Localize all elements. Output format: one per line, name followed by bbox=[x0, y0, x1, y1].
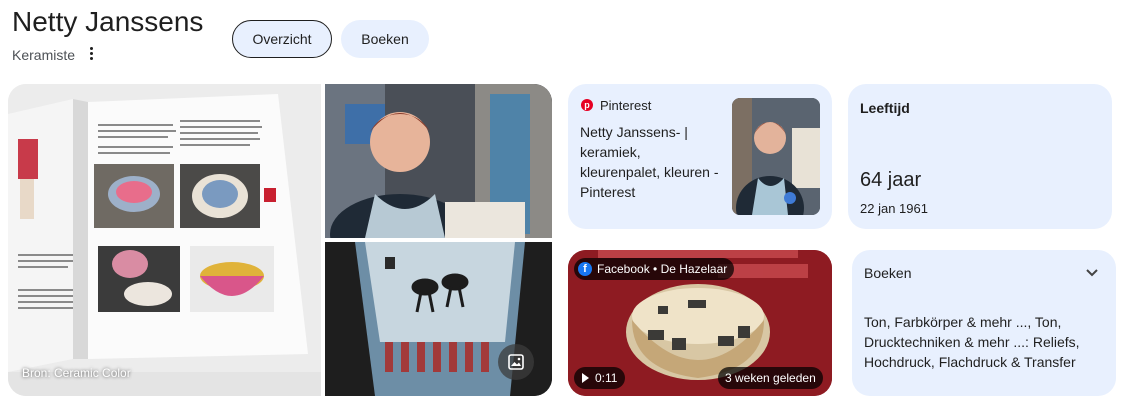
book-illustration bbox=[8, 84, 321, 396]
entity-subtitle: Keramiste bbox=[12, 47, 76, 63]
facebook-icon: f bbox=[578, 262, 592, 276]
pinterest-title[interactable]: Netty Janssens- | keramiek, kleurenpalet… bbox=[580, 122, 720, 202]
pinterest-thumbnail[interactable] bbox=[732, 98, 820, 215]
video-source-badge: f Facebook • De Hazelaar bbox=[574, 258, 735, 280]
portrait-illustration bbox=[325, 84, 552, 238]
tab-boeken[interactable]: Boeken bbox=[341, 20, 429, 58]
pinterest-source: Pinterest bbox=[600, 98, 652, 113]
age-card: Leeftijd 64 jaar 22 jan 1961 bbox=[848, 84, 1112, 229]
portrait-image[interactable] bbox=[325, 84, 552, 238]
video-posted-badge: 3 weken geleden bbox=[718, 367, 823, 389]
pinterest-card[interactable]: p Pinterest Netty Janssens- | keramiek, … bbox=[568, 84, 832, 229]
video-duration: 0:11 bbox=[595, 371, 618, 385]
books-label: Boeken bbox=[864, 265, 912, 281]
books-list: Ton, Farbkörper & mehr ..., Ton, Druckte… bbox=[864, 314, 1080, 370]
image-source-caption: Bron: Ceramic Color bbox=[22, 366, 131, 380]
image-icon bbox=[508, 354, 524, 370]
age-birthdate: 22 jan 1961 bbox=[860, 201, 928, 216]
pinterest-thumbnail-illustration bbox=[732, 98, 820, 215]
tab-overzicht[interactable]: Overzicht bbox=[232, 20, 332, 58]
vase-image[interactable] bbox=[325, 242, 552, 396]
books-card[interactable]: Boeken Ton, Farbkörper & mehr ..., Ton, … bbox=[852, 250, 1116, 396]
play-icon bbox=[582, 373, 589, 383]
video-duration-badge: 0:11 bbox=[574, 367, 626, 389]
pinterest-icon: p bbox=[581, 99, 593, 111]
facebook-video-card[interactable]: f Facebook • De Hazelaar 0:11 3 weken ge… bbox=[568, 250, 832, 396]
main-image-book[interactable]: Bron: Ceramic Color bbox=[8, 84, 321, 396]
chevron-down-icon[interactable] bbox=[1084, 264, 1100, 280]
more-options-icon[interactable] bbox=[84, 44, 98, 62]
chevron-down-icon-svg bbox=[1086, 269, 1098, 277]
image-gallery-icon[interactable] bbox=[498, 344, 534, 380]
age-value: 64 jaar bbox=[860, 169, 922, 191]
page-title: Netty Janssens bbox=[12, 6, 204, 37]
video-source-label: Facebook • De Hazelaar bbox=[597, 262, 728, 276]
age-label: Leeftijd bbox=[860, 100, 910, 116]
